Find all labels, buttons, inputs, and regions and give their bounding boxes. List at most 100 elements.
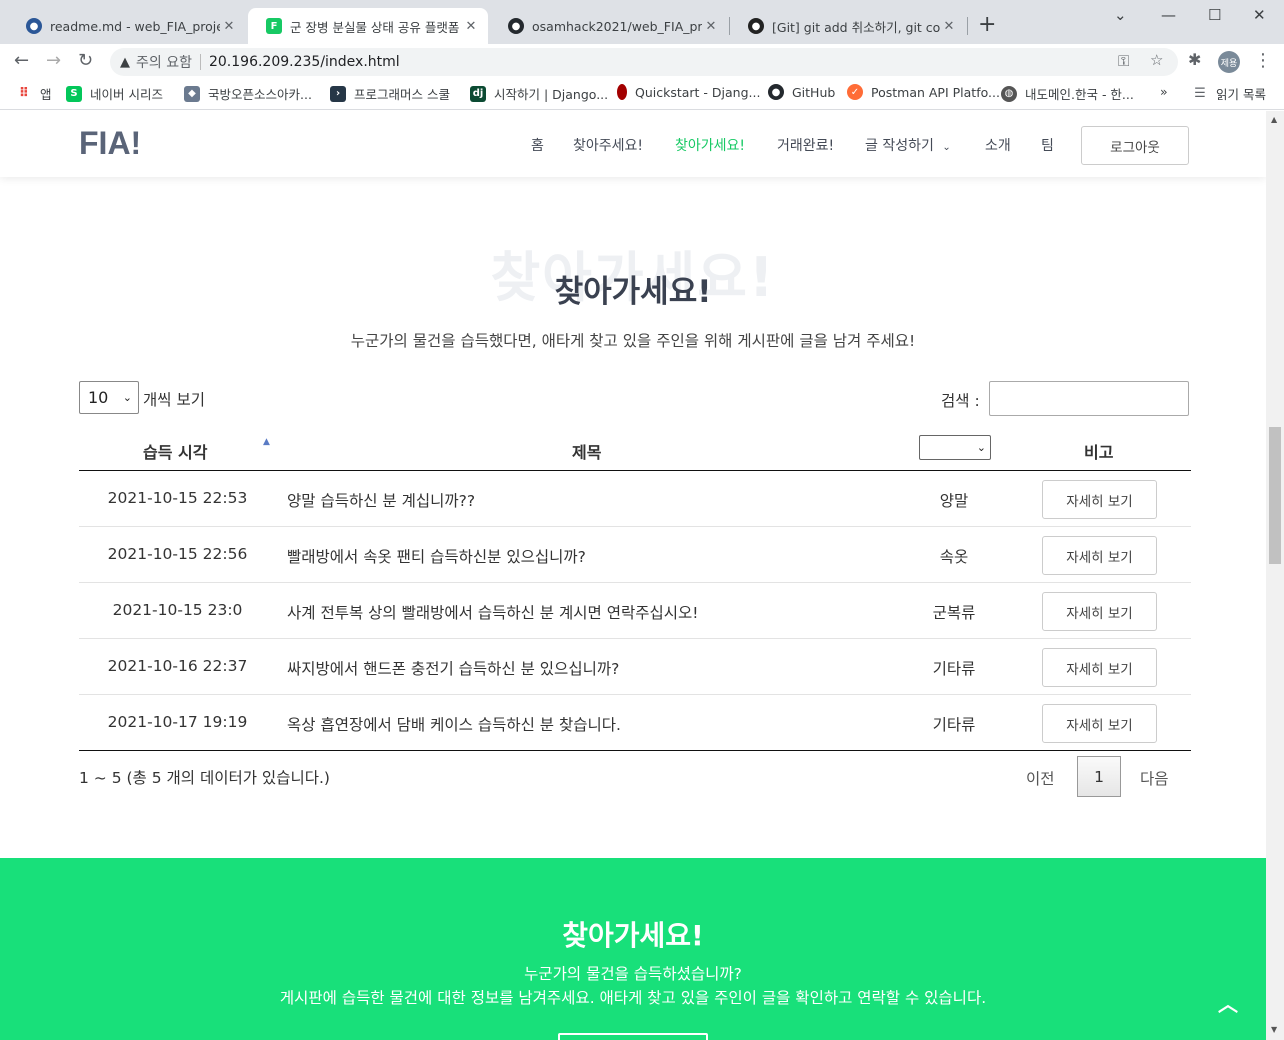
pagination-next-button[interactable]: 다음 [1140,767,1169,789]
minimize-icon[interactable]: — [1161,6,1176,24]
nav-home[interactable]: 홈 [531,135,544,155]
row-time: 2021-10-16 22:37 [107,657,248,675]
table-row: 2021-10-15 23:0 사계 전투복 상의 빨래방에서 습득하신 분 계… [79,583,1191,639]
reading-list-icon: ☰ [1194,86,1206,101]
bookmark-label: 앱 [40,87,52,102]
github-desktop-icon: ● [26,18,42,34]
bookmark-apps[interactable]: ⠿ 앱 [16,84,52,103]
footer-line-2: 게시판에 습득한 물건에 대한 정보를 남겨주세요. 애타게 찾고 있을 주인이… [279,989,987,1007]
scroll-to-top-icon[interactable]: ︿ [1218,988,1238,1017]
column-header-time[interactable]: 습득 시각 [143,439,207,463]
page-length-value: 10 [88,388,109,407]
bookmarks-bar: ⠿ 앱 S 네이버 시리즈 ◆ 국방오픈소스아카... › 프로그래머스 스쿨 … [0,78,1284,110]
scroll-down-icon[interactable]: ▼ [1271,1025,1277,1034]
page-length-label: 개씩 보기 [143,391,205,409]
menu-icon[interactable]: ⋮ [1254,50,1272,71]
bookmark-item[interactable]: ● GitHub [768,84,835,100]
detail-button[interactable]: 자세히 보기 [1042,592,1157,631]
django-icon: dj [470,85,486,102]
chevron-down-icon: ⌄ [976,441,986,454]
bookmark-item[interactable]: Quickstart - Djang... [617,84,760,100]
detail-button[interactable]: 자세히 보기 [1042,480,1157,519]
browser-tab[interactable]: ● [Git] git add 취소하기, git comm ✕ [730,8,966,44]
bookmark-item[interactable]: ✓ Postman API Platfo... [847,84,1000,100]
reload-icon[interactable]: ↻ [78,50,93,71]
bookmark-label: Postman API Platfo... [871,84,1000,100]
page-length-select[interactable]: 10 ⌄ [79,381,139,414]
bookmark-item[interactable]: S 네이버 시리즈 [66,84,163,103]
pagination-prev-button[interactable]: 이전 [1026,767,1055,789]
close-icon[interactable]: ✕ [462,19,480,34]
avatar[interactable]: 제용 [1218,51,1240,73]
row-subject: 양말 습득하신 분 계십니까?? [287,492,476,510]
tab-search-icon[interactable]: ⌄ [1114,6,1127,24]
posts-table: 습득 시각 ▲ 제목 ⌄ 비고 2021-10-15 22:53 양말 습득하신… [79,427,1191,751]
row-time: 2021-10-15 23:0 [112,601,243,619]
bookmark-label: 네이버 시리즈 [90,87,163,102]
nav-about[interactable]: 소개 [985,135,1011,155]
nav-write-label: 글 작성하기 [865,138,934,154]
row-category: 속옷 [939,548,969,566]
table-row: 2021-10-16 22:37 싸지방에서 핸드폰 충전기 습득하신 분 있으… [79,639,1191,695]
logout-button[interactable]: 로그아웃 [1081,126,1189,165]
row-subject: 빨래방에서 속옷 팬티 습득하신분 있으십니까? [287,548,586,566]
rest-framework-icon [617,84,627,100]
extensions-icon[interactable]: ✱ [1188,50,1201,69]
bookmark-item[interactable]: ◆ 국방오픈소스아카... [184,84,312,103]
close-icon[interactable]: ✕ [940,19,958,34]
nav-team[interactable]: 팀 [1041,135,1054,155]
site-header: FIA! 홈 찾아주세요! 찾아가세요! 거래완료! 글 작성하기 ⌄ 소개 팀… [0,111,1266,177]
browser-tab[interactable]: ● readme.md - web_FIA_projectFIA ✕ [8,8,246,44]
close-window-icon[interactable]: ✕ [1253,6,1266,24]
nav-find-for-me[interactable]: 찾아주세요! [573,135,643,155]
browser-tab-active[interactable]: F 군 장병 분실물 상태 공유 플랫폼 ✕ [248,8,488,44]
table-info: 1 ~ 5 (총 5 개의 데이터가 있습니다.) [79,769,330,787]
site-logo[interactable]: FIA! [79,125,141,162]
row-category: 기타류 [932,660,976,678]
scrollbar-thumb[interactable] [1269,427,1281,564]
sort-ascending-icon: ▲ [263,437,270,447]
nav-come-get-it[interactable]: 찾아가세요! [675,135,745,155]
security-label: 주의 요함 [136,55,192,71]
page-scrollbar[interactable]: ▲ ▼ [1266,111,1284,1040]
forward-icon[interactable]: → [46,50,61,71]
detail-button[interactable]: 자세히 보기 [1042,704,1157,743]
bookmark-item[interactable]: › 프로그래머스 스쿨 [330,84,450,103]
nav-write-post[interactable]: 글 작성하기 ⌄ [865,135,951,155]
row-time: 2021-10-17 19:19 [107,713,248,731]
postman-icon: ✓ [847,84,863,100]
nav-completed[interactable]: 거래완료! [777,135,834,155]
detail-button[interactable]: 자세히 보기 [1042,648,1157,687]
pagination-current-page[interactable]: 1 [1077,756,1121,797]
chevron-down-icon: ⌄ [122,391,132,404]
scroll-up-icon[interactable]: ▲ [1271,115,1277,124]
url-text: 20.196.209.235/index.html [208,54,400,70]
more-bookmarks-icon[interactable]: » [1160,84,1168,99]
reading-list-label: 읽기 목록 [1216,87,1266,102]
github-icon: ● [508,18,524,34]
bookmark-item[interactable]: ◍ 내도메인.한국 - 한... [1001,84,1134,103]
browser-tab[interactable]: ● osamhack2021/web_FIA_project ✕ [490,8,728,44]
footer-title: 찾아가세요! [562,919,704,952]
search-input[interactable] [989,381,1189,416]
star-icon[interactable]: ☆ [1150,51,1163,69]
bookmark-item[interactable]: dj 시작하기 | Django... [470,84,608,103]
row-category: 양말 [939,492,969,510]
reading-list[interactable]: ☰ 읽기 목록 [1192,84,1266,103]
apps-grid-icon: ⠿ [18,86,30,101]
row-category: 기타류 [932,716,976,734]
new-tab-icon[interactable]: + [978,12,996,37]
column-header-note: 비고 [1084,443,1114,462]
row-time: 2021-10-15 22:56 [107,545,248,563]
address-bar[interactable]: ▲ 주의 요함 20.196.209.235/index.html ⚿ ☆ [110,48,1178,76]
close-icon[interactable]: ✕ [702,19,720,34]
category-filter-select[interactable]: ⌄ [919,435,991,460]
maximize-icon[interactable]: ☐ [1208,6,1221,24]
detail-button[interactable]: 자세히 보기 [1042,536,1157,575]
footer-cta-button[interactable] [558,1033,708,1040]
bookmark-label: 프로그래머스 스쿨 [354,87,450,102]
key-icon[interactable]: ⚿ [1118,52,1129,70]
close-icon[interactable]: ✕ [220,19,238,34]
back-icon[interactable]: ← [14,50,29,71]
column-header-subject[interactable]: 제목 [572,439,601,463]
